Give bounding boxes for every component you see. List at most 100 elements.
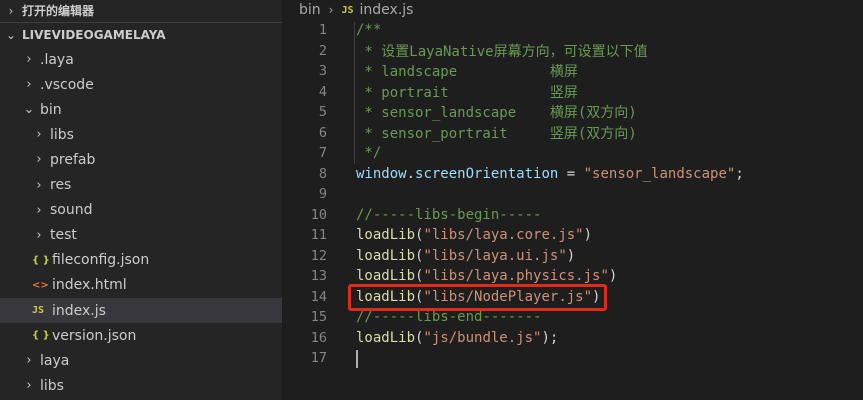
code-token: ) bbox=[583, 227, 593, 244]
code-line: 4 * portrait 竖屏 bbox=[283, 82, 863, 103]
line-number: 2 bbox=[318, 42, 327, 59]
code-token: loadLib bbox=[356, 268, 416, 285]
code-token: "libs/laya.ui.js" bbox=[423, 247, 567, 264]
line-number: 8 bbox=[318, 165, 327, 182]
code-token: */ bbox=[356, 145, 382, 162]
tree-item-label: fileconfig.json bbox=[52, 252, 150, 269]
line-number: 4 bbox=[318, 83, 327, 100]
tree-item[interactable]: › test bbox=[0, 223, 282, 248]
breadcrumb-file[interactable]: index.js bbox=[360, 2, 414, 18]
tree-item-label: .laya bbox=[40, 51, 74, 68]
code-token: * sensor_landscape 横屏(双方向) bbox=[356, 105, 637, 122]
breadcrumb: bin › JS index.js bbox=[283, 0, 863, 20]
code-token: "sensor_landscape" bbox=[583, 165, 736, 182]
tree-item-label: res bbox=[50, 177, 72, 193]
text-cursor bbox=[356, 350, 358, 368]
code-line: 2 * 设置LayaNative屏幕方向，可设置以下值 bbox=[283, 41, 863, 62]
chevron-down-icon: ⌄ bbox=[5, 27, 17, 42]
code-token: ); bbox=[541, 329, 559, 346]
code-token: ; bbox=[735, 165, 744, 182]
javascript-file-icon: JS bbox=[341, 4, 354, 16]
code-line: 16 loadLib("js/bundle.js"); bbox=[283, 328, 863, 349]
open-editors-label: 打开的编辑器 bbox=[22, 4, 95, 18]
line-number: 16 bbox=[310, 329, 327, 346]
tree-item-label: libs bbox=[40, 377, 64, 394]
tree-item-label: bin bbox=[40, 101, 62, 118]
tree-item[interactable]: › libs bbox=[0, 373, 282, 398]
tree-item[interactable]: › res bbox=[0, 173, 282, 198]
tree-item-label: version.json bbox=[52, 327, 137, 344]
code-token: loadLib bbox=[356, 227, 416, 244]
line-number: 3 bbox=[318, 63, 327, 80]
html-file-icon: <> bbox=[32, 279, 49, 291]
highlight-annotation-box bbox=[348, 284, 607, 311]
code-token: * sensor_portrait 竖屏(双方向) bbox=[356, 125, 637, 142]
tree-item[interactable]: › .laya bbox=[0, 47, 282, 72]
code-text: */ bbox=[356, 145, 381, 161]
explorer-sidebar: › 打开的编辑器 ⌄ LIVEVIDEOGAMELAYA › .laya › .vsc… bbox=[0, 0, 283, 400]
tree-item[interactable]: › sound bbox=[0, 198, 282, 223]
line-number: 17 bbox=[310, 350, 327, 367]
tree-item[interactable]: { } fileconfig.json bbox=[0, 248, 282, 273]
code-token: window bbox=[356, 165, 407, 182]
chevron-right-icon: › bbox=[36, 152, 42, 168]
code-line: 1 /** bbox=[283, 20, 863, 41]
code-editor[interactable]: 1/** 2 * 设置LayaNative屏幕方向，可设置以下值 3 * lands… bbox=[283, 20, 863, 400]
code-text: loadLib("js/bundle.js"); bbox=[356, 330, 558, 346]
tree-item[interactable]: › prefab bbox=[0, 147, 282, 172]
line-number: 15 bbox=[310, 309, 327, 326]
tree-item-label: .vscode bbox=[40, 76, 94, 93]
chevron-right-icon: › bbox=[26, 353, 32, 369]
tree-item-label: laya bbox=[40, 352, 70, 369]
code-text: /** bbox=[356, 22, 381, 38]
chevron-right-icon: › bbox=[26, 52, 32, 67]
line-number: 14 bbox=[310, 288, 327, 305]
tree-item[interactable]: <> index.html bbox=[0, 273, 282, 298]
code-token: /** bbox=[356, 22, 382, 39]
json-file-icon: { } bbox=[32, 330, 50, 342]
tree-item[interactable]: › laya bbox=[0, 348, 282, 373]
line-number: 11 bbox=[310, 227, 327, 244]
tree-item[interactable]: › libs bbox=[0, 122, 282, 147]
code-line: 11 loadLib("libs/laya.core.js") bbox=[283, 225, 863, 246]
code-text: window.screenOrientation = "sensor_lands… bbox=[356, 166, 744, 182]
line-number: 12 bbox=[310, 247, 327, 264]
tree-item[interactable]: JS index.js bbox=[0, 298, 282, 323]
open-editors-section-header[interactable]: › 打开的编辑器 bbox=[0, 0, 282, 21]
tree-item[interactable]: ⌄ bin bbox=[0, 97, 282, 122]
code-token: * 设置LayaNative屏幕方向，可设置以下值 bbox=[356, 43, 648, 60]
chevron-right-icon: › bbox=[26, 378, 32, 394]
code-token: = bbox=[558, 165, 584, 182]
chevron-right-icon: › bbox=[36, 227, 42, 243]
line-number: 13 bbox=[310, 268, 327, 285]
code-token: . bbox=[406, 165, 416, 182]
breadcrumb-folder[interactable]: bin bbox=[299, 2, 321, 18]
code-line: 6 * sensor_portrait 竖屏(双方向) bbox=[283, 123, 863, 144]
line-number: 1 bbox=[318, 22, 327, 39]
tree-item-label: sound bbox=[50, 202, 93, 219]
chevron-right-icon: › bbox=[36, 202, 42, 218]
code-token: loadLib bbox=[356, 329, 416, 346]
code-text: loadLib("libs/laya.core.js") bbox=[356, 227, 592, 243]
code-token: "js/bundle.js" bbox=[423, 329, 542, 346]
code-token: "libs/laya.physics.js" bbox=[423, 268, 609, 285]
tree-item[interactable]: › .vscode bbox=[0, 72, 282, 97]
chevron-right-icon: › bbox=[36, 127, 42, 143]
code-text: * landscape 横屏 bbox=[356, 61, 578, 81]
code-text: * sensor_portrait 竖屏(双方向) bbox=[356, 123, 637, 143]
code-text: * portrait 竖屏 bbox=[356, 82, 578, 102]
code-token: * portrait 竖屏 bbox=[356, 84, 578, 101]
code-text: //-----libs-begin----- bbox=[356, 207, 541, 223]
section-divider bbox=[0, 22, 282, 23]
tree-item[interactable]: { } version.json bbox=[0, 323, 282, 348]
line-number: 9 bbox=[318, 186, 327, 203]
line-number: 7 bbox=[318, 145, 327, 162]
code-token: * landscape 横屏 bbox=[356, 64, 578, 81]
chevron-right-icon: › bbox=[8, 3, 14, 18]
line-number: 6 bbox=[318, 124, 327, 141]
code-token: //-----libs-end------- bbox=[356, 309, 542, 326]
code-token: "libs/laya.core.js" bbox=[423, 227, 584, 244]
code-token: ) bbox=[608, 268, 618, 285]
project-section-header[interactable]: ⌄ LIVEVIDEOGAMELAYA bbox=[0, 24, 282, 45]
code-line: 3 * landscape 横屏 bbox=[283, 61, 863, 82]
